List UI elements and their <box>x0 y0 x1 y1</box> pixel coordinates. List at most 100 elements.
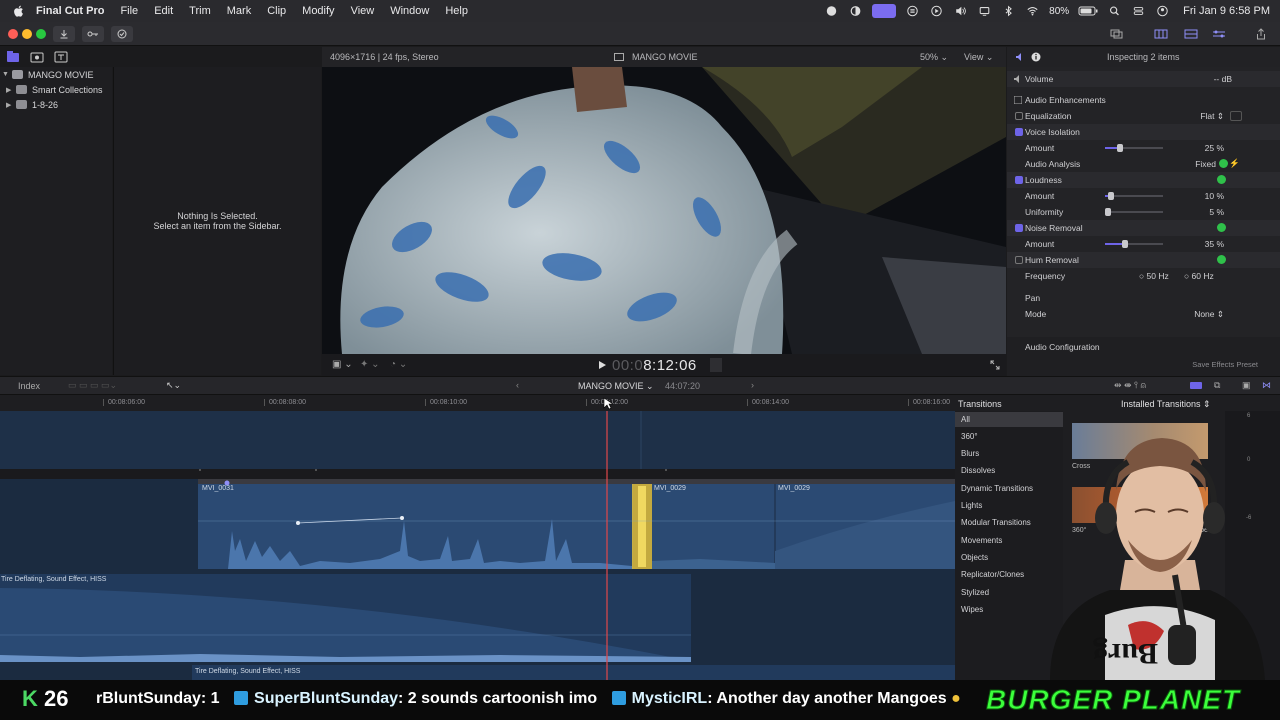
library-item-smart-collections[interactable]: ▶ Smart Collections <box>6 82 103 97</box>
menu-trim[interactable]: Trim <box>189 5 211 17</box>
transform-menu[interactable]: ▣ ⌄ <box>332 359 353 370</box>
apple-icon[interactable] <box>12 4 26 18</box>
timeline-back-button[interactable]: ‹ <box>516 380 519 390</box>
category-objects[interactable]: Objects <box>961 553 988 562</box>
slider-knob[interactable] <box>1122 240 1129 248</box>
control-center-icon[interactable] <box>1131 5 1146 17</box>
play-circle-icon[interactable] <box>929 5 944 17</box>
timeline-index-button[interactable]: Index <box>18 381 40 391</box>
library-item-event[interactable]: ▶ 1-8-26 <box>6 97 58 112</box>
installed-transitions-select[interactable]: Installed Transitions ⇕ <box>1121 399 1211 410</box>
disclosure-open-icon[interactable]: ▼ <box>2 71 10 78</box>
list-icon[interactable] <box>905 5 920 17</box>
show-inspector-button[interactable] <box>1208 26 1230 42</box>
audio-configuration-label[interactable]: Audio Configuration <box>1025 342 1100 352</box>
audio-inspector-tab-icon[interactable] <box>1015 52 1025 62</box>
window-minimize-button[interactable] <box>22 29 32 39</box>
view-options-menu[interactable]: View ⌄ <box>964 52 993 63</box>
equalization-checkbox[interactable] <box>1015 112 1023 120</box>
category-blurs[interactable]: Blurs <box>961 449 979 458</box>
timeline-forward-button[interactable]: › <box>751 380 754 390</box>
library-item-mango-movie[interactable]: ▼ MANGO MOVIE <box>2 67 94 82</box>
background-tasks-button[interactable] <box>111 26 133 42</box>
freq-50-radio[interactable]: ○ 50 Hz <box>1139 271 1169 281</box>
show-timeline-button[interactable] <box>1180 26 1202 42</box>
video-viewer[interactable] <box>322 67 1006 354</box>
menu-edit[interactable]: Edit <box>154 5 173 17</box>
search-icon[interactable] <box>1107 5 1122 17</box>
category-360[interactable]: 360° <box>961 432 978 441</box>
hum-removal-checkbox[interactable] <box>1015 256 1023 264</box>
play-icon[interactable] <box>598 360 607 370</box>
menu-window[interactable]: Window <box>390 5 429 17</box>
window-zoom-button[interactable] <box>36 29 46 39</box>
menu-view[interactable]: View <box>351 5 375 17</box>
enhance-menu[interactable]: ✦ ⌄ <box>360 359 380 370</box>
clip-appearance-icon[interactable]: ▭ ▭ ▭ ▭⌄ <box>68 380 117 391</box>
category-movements[interactable]: Movements <box>961 536 1002 545</box>
magic-wand-icon[interactable]: ⚡ <box>1229 158 1240 169</box>
menu-app-name[interactable]: Final Cut Pro <box>36 5 104 17</box>
uniformity-field[interactable]: 5 % <box>1209 207 1224 217</box>
disclosure-closed-icon[interactable]: ▶ <box>6 101 14 109</box>
display-icon[interactable] <box>977 5 992 17</box>
status-circle-icon[interactable] <box>824 5 839 17</box>
speed-menu[interactable]: ◔ ⌄ <box>390 359 407 370</box>
audio-meter-toggle[interactable] <box>710 358 722 372</box>
loudness-amount-field[interactable]: 10 % <box>1205 191 1224 201</box>
bluetooth-icon[interactable] <box>1001 5 1016 17</box>
category-stylized[interactable]: Stylized <box>961 588 989 597</box>
menu-clock[interactable]: Fri Jan 9 6:58 PM <box>1183 5 1270 17</box>
uniformity-slider[interactable] <box>1104 208 1163 216</box>
volume-icon[interactable] <box>953 5 968 17</box>
category-wipes[interactable]: Wipes <box>961 605 983 614</box>
menu-clip[interactable]: Clip <box>267 5 286 17</box>
select-tool-icon[interactable]: ↖⌄ <box>166 380 181 391</box>
share-workspace-button[interactable] <box>1106 26 1128 42</box>
snapping-toggle[interactable]: ⧉ <box>1214 380 1220 391</box>
libraries-tab-icon[interactable] <box>6 51 20 63</box>
loudness-amount-slider[interactable] <box>1105 192 1163 200</box>
menu-modify[interactable]: Modify <box>302 5 334 17</box>
noise-removal-checkbox[interactable] <box>1015 224 1023 232</box>
screen-record-icon[interactable] <box>872 4 897 18</box>
eq-graph-button[interactable] <box>1230 111 1242 121</box>
slider-knob[interactable] <box>1116 144 1123 152</box>
titles-generators-tab-icon[interactable] <box>54 51 68 63</box>
skimming-toggles[interactable]: ⇹ ⇼ ⫯ ⍝ <box>1114 380 1146 391</box>
wifi-icon[interactable] <box>1025 5 1040 17</box>
noise-amount-slider[interactable] <box>1105 240 1163 248</box>
timeline-project-menu[interactable]: MANGO MOVIE ⌄ <box>578 381 654 392</box>
voice-amount-slider[interactable] <box>1105 144 1163 152</box>
contrast-icon[interactable] <box>848 5 863 17</box>
timeline-tracks[interactable]: MVI_0031 MVI_0029 MVI_0029 Tire Deflatin… <box>0 411 955 680</box>
fullscreen-icon[interactable] <box>990 360 1000 370</box>
voice-amount-field[interactable]: 25 % <box>1205 143 1224 153</box>
share-button[interactable] <box>1250 26 1272 42</box>
import-button[interactable] <box>53 26 75 42</box>
user-icon[interactable] <box>1155 5 1170 17</box>
volume-value[interactable]: -- dB <box>1214 74 1232 84</box>
category-lights[interactable]: Lights <box>961 501 982 510</box>
sfx-clip-2[interactable] <box>192 665 955 680</box>
disclosure-closed-icon[interactable]: ▶ <box>6 86 14 94</box>
save-effects-preset-button[interactable]: Save Effects Preset <box>1192 360 1258 369</box>
category-dissolves[interactable]: Dissolves <box>961 466 995 475</box>
slider-knob[interactable] <box>1104 208 1111 216</box>
menu-mark[interactable]: Mark <box>227 5 251 17</box>
show-effects-browser-button[interactable]: ▣ <box>1242 380 1251 391</box>
timeline-ruler[interactable]: 00:08:06:00 00:08:08:00 00:08:10:00 00:0… <box>0 395 955 411</box>
solo-toggle[interactable] <box>1190 382 1202 389</box>
freq-60-radio[interactable]: ○ 60 Hz <box>1184 271 1214 281</box>
show-browser-button[interactable] <box>1150 26 1172 42</box>
photos-audio-tab-icon[interactable] <box>30 51 44 63</box>
menu-help[interactable]: Help <box>445 5 468 17</box>
window-close-button[interactable] <box>8 29 18 39</box>
timecode-display[interactable]: 00:08:12:06 <box>612 357 697 374</box>
slider-knob[interactable] <box>1107 192 1114 200</box>
equalization-select[interactable]: Flat ⇕ <box>1200 111 1224 122</box>
battery-icon[interactable] <box>1078 5 1098 17</box>
pan-mode-select[interactable]: None ⇕ <box>1194 309 1224 320</box>
info-tab-icon[interactable] <box>1031 52 1041 62</box>
noise-amount-field[interactable]: 35 % <box>1205 239 1224 249</box>
